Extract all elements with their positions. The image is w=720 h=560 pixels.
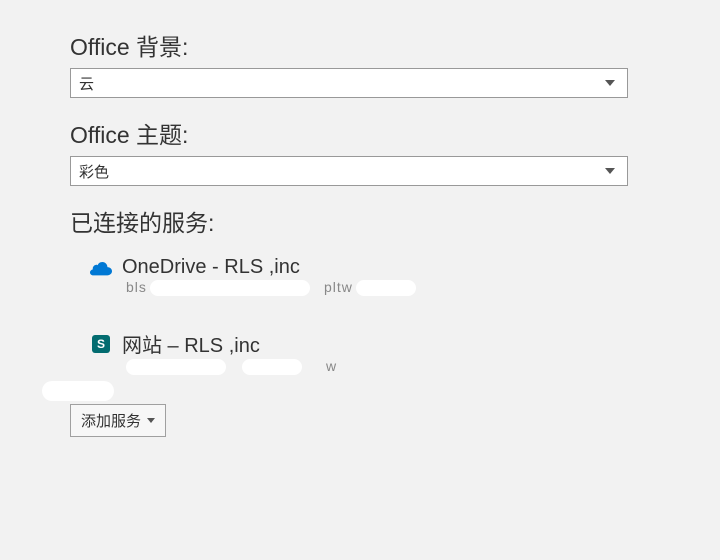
subtext-fragment-right: w: [326, 358, 337, 374]
service-item-sharepoint: S 网站 – RLS ,inc w: [90, 329, 570, 380]
redaction-mark: [126, 359, 226, 375]
service-item-onedrive: OneDrive - RLS ,inc bls pltw: [90, 256, 570, 301]
sharepoint-tile-letter: S: [92, 335, 110, 353]
subtext-fragment-right: pltw: [324, 279, 353, 295]
redaction-mark: [242, 359, 302, 375]
subtext-fragment-left: bls: [126, 279, 147, 295]
sharepoint-icon: S: [90, 333, 112, 355]
chevron-down-icon: [605, 168, 615, 174]
office-background-dropdown[interactable]: 云: [70, 68, 628, 98]
service-subtext: bls pltw: [126, 279, 570, 301]
add-service-button[interactable]: 添加服务: [70, 404, 166, 437]
office-background-label: Office 背景:: [70, 28, 570, 62]
service-header: S 网站 – RLS ,inc: [90, 329, 570, 358]
office-theme-value: 彩色: [79, 161, 605, 182]
office-settings-panel: Office 背景: 云 Office 主题: 彩色 已连接的服务: OneDr…: [0, 0, 570, 437]
chevron-down-icon: [147, 418, 155, 423]
onedrive-icon: [90, 257, 112, 279]
office-theme-label: Office 主题:: [70, 116, 570, 150]
redaction-mark: [150, 280, 310, 296]
service-title: OneDrive - RLS ,inc: [122, 256, 300, 279]
chevron-down-icon: [605, 80, 615, 86]
connected-services-label: 已连接的服务:: [70, 204, 570, 238]
service-title: 网站 – RLS ,inc: [122, 329, 260, 358]
office-theme-dropdown[interactable]: 彩色: [70, 156, 628, 186]
service-subtext: w: [126, 358, 570, 380]
redaction-mark: [42, 381, 114, 401]
redaction-mark: [356, 280, 416, 296]
service-header: OneDrive - RLS ,inc: [90, 256, 570, 279]
office-background-value: 云: [79, 73, 605, 94]
add-service-label: 添加服务: [81, 410, 141, 431]
